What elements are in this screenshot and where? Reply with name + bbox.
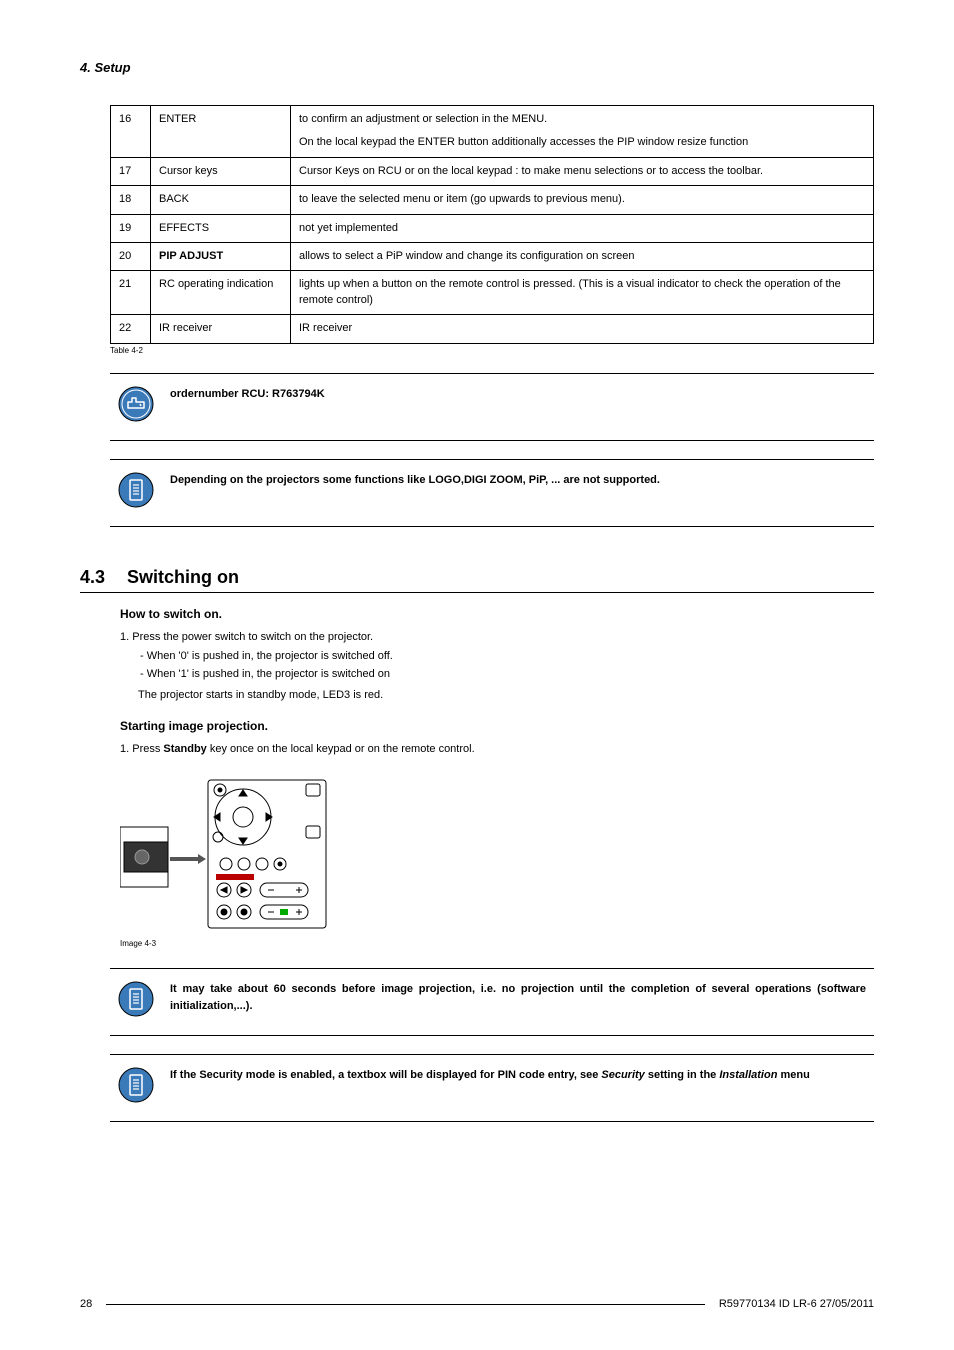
table-row: 21RC operating indicationlights up when … [111, 271, 874, 315]
row-label: PIP ADJUST [151, 242, 291, 270]
row-label: EFFECTS [151, 214, 291, 242]
note-icon [118, 1067, 154, 1103]
row-description: not yet implemented [291, 214, 874, 242]
image-caption: Image 4-3 [120, 939, 874, 948]
hand-point-icon [118, 386, 154, 422]
row-label: IR receiver [151, 315, 291, 343]
row-description: lights up when a button on the remote co… [291, 271, 874, 315]
row-number: 17 [111, 157, 151, 185]
callout-text: If the Security mode is enabled, a textb… [170, 1065, 866, 1084]
row-number: 19 [111, 214, 151, 242]
table-row: 19EFFECTSnot yet implemented [111, 214, 874, 242]
table-caption: Table 4-2 [110, 346, 874, 355]
table-row: 20PIP ADJUSTallows to select a PiP windo… [111, 242, 874, 270]
step: 1. Press Standby key once on the local k… [120, 741, 874, 759]
sub-heading-starting: Starting image projection. [120, 719, 874, 733]
callout-unsupported: Depending on the projectors some functio… [110, 459, 874, 527]
table-row: 17Cursor keysCursor Keys on RCU or on th… [111, 157, 874, 185]
row-description: allows to select a PiP window and change… [291, 242, 874, 270]
steps-howto: 1. Press the power switch to switch on t… [120, 629, 874, 705]
row-description: to confirm an adjustment or selection in… [291, 106, 874, 158]
section-number: 4.3 [80, 567, 105, 588]
row-label: RC operating indication [151, 271, 291, 315]
row-number: 18 [111, 186, 151, 214]
section-title: Switching on [127, 567, 239, 588]
substep: - When '1' is pushed in, the projector i… [140, 666, 874, 684]
document-id: R59770134 ID LR-6 27/05/2011 [719, 1298, 874, 1310]
row-description: IR receiver [291, 315, 874, 343]
callout-delay: It may take about 60 seconds before imag… [110, 968, 874, 1036]
row-number: 22 [111, 315, 151, 343]
callout-text: ordernumber RCU: R763794K [170, 384, 866, 403]
keypad-image [120, 772, 874, 935]
row-label: ENTER [151, 106, 291, 158]
steps-starting: 1. Press Standby key once on the local k… [120, 741, 874, 759]
footer-rule [106, 1304, 705, 1305]
table-row: 18BACKto leave the selected menu or item… [111, 186, 874, 214]
row-number: 21 [111, 271, 151, 315]
step-note: The projector starts in standby mode, LE… [138, 687, 874, 705]
sub-heading-howto: How to switch on. [120, 607, 874, 621]
row-label: Cursor keys [151, 157, 291, 185]
row-description: to leave the selected menu or item (go u… [291, 186, 874, 214]
table-row: 22IR receiverIR receiver [111, 315, 874, 343]
callout-ordernumber: ordernumber RCU: R763794K [110, 373, 874, 441]
page-header: 4. Setup [80, 60, 874, 75]
callout-text: Depending on the projectors some functio… [170, 470, 866, 489]
row-description: Cursor Keys on RCU or on the local keypa… [291, 157, 874, 185]
substep: - When '0' is pushed in, the projector i… [140, 648, 874, 666]
page-number: 28 [80, 1298, 92, 1310]
callout-security: If the Security mode is enabled, a textb… [110, 1054, 874, 1122]
note-icon [118, 981, 154, 1017]
row-number: 20 [111, 242, 151, 270]
row-number: 16 [111, 106, 151, 158]
step: 1. Press the power switch to switch on t… [120, 629, 874, 647]
rcu-functions-table: 16ENTERto confirm an adjustment or selec… [110, 105, 874, 344]
row-label: BACK [151, 186, 291, 214]
note-icon [118, 472, 154, 508]
callout-text: It may take about 60 seconds before imag… [170, 979, 866, 1014]
table-row: 16ENTERto confirm an adjustment or selec… [111, 106, 874, 158]
page-footer: 28 R59770134 ID LR-6 27/05/2011 [80, 1298, 874, 1310]
section-heading: 4.3 Switching on [80, 567, 874, 593]
